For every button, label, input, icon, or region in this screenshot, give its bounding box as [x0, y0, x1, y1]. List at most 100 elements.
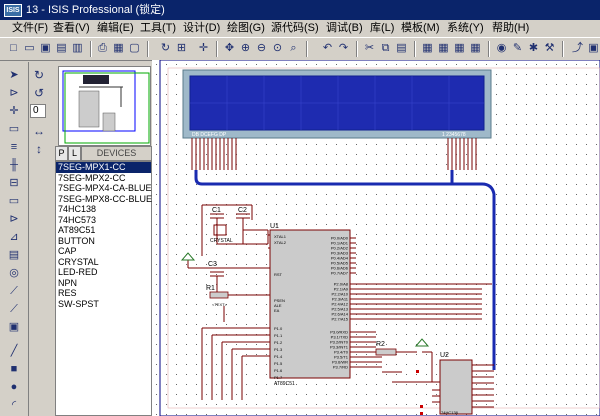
- lcd-display[interactable]: DB DCEFG DP 1 2345678: [182, 69, 492, 139]
- device-list-item[interactable]: 7SEG-MPX1-CC: [56, 162, 151, 173]
- zoom-all-icon[interactable]: ⊙: [270, 41, 285, 56]
- device-list-item[interactable]: 7SEG-MPX4-CA-BLUE: [56, 183, 152, 194]
- c3-label: C3: [208, 261, 217, 268]
- device-list-item[interactable]: CAP: [56, 246, 151, 257]
- select-mode-icon[interactable]: ➤: [7, 68, 21, 82]
- menu-file[interactable]: 文件(F): [9, 20, 51, 37]
- device-list-item[interactable]: 74HC573: [56, 215, 151, 226]
- menu-view[interactable]: 查看(V): [50, 20, 93, 37]
- open-folder-icon[interactable]: ▭: [22, 41, 37, 56]
- make-device-icon[interactable]: ✎: [510, 41, 525, 56]
- menu-template[interactable]: 模板(M): [398, 20, 443, 37]
- menu-design[interactable]: 设计(D): [180, 20, 223, 37]
- circle-icon[interactable]: ●: [7, 380, 21, 394]
- undo-icon[interactable]: ↶: [320, 41, 335, 56]
- voltage-probe-icon[interactable]: ⟋: [7, 284, 21, 298]
- rotate-clockwise-icon[interactable]: ↻: [32, 68, 46, 82]
- crystal-label: CRYSTAL: [210, 238, 233, 244]
- menu-library[interactable]: 库(L): [367, 20, 397, 37]
- block-copy-icon[interactable]: ▦: [420, 41, 435, 56]
- zoom-in-icon[interactable]: ⊕: [238, 41, 253, 56]
- device-list-item[interactable]: 7SEG-MPX8-CC-BLUE: [56, 194, 152, 205]
- copy-icon[interactable]: ⧉: [378, 41, 393, 56]
- device-list-item[interactable]: LED-RED: [56, 267, 151, 278]
- new-file-icon[interactable]: □: [6, 41, 21, 56]
- device-list-item[interactable]: CRYSTAL: [56, 257, 151, 268]
- rotation-angle-input[interactable]: [30, 104, 46, 118]
- device-list-item[interactable]: NPN: [56, 278, 151, 289]
- text-hint: <TEXT>: [212, 302, 228, 307]
- u1-left-pin-label: P1.2: [274, 340, 283, 345]
- window-icon[interactable]: ▢: [127, 41, 142, 56]
- mirror-horizontal-icon[interactable]: ↔: [32, 124, 46, 138]
- r2-label: R2: [376, 341, 385, 348]
- menu-system[interactable]: 系统(Y): [444, 20, 487, 37]
- paste-icon[interactable]: ▤: [394, 41, 409, 56]
- zoom-out-icon[interactable]: ⊖: [254, 41, 269, 56]
- device-list-item[interactable]: RES: [56, 288, 151, 299]
- save-icon[interactable]: ▣: [38, 41, 53, 56]
- print-icon[interactable]: ⎙: [95, 41, 110, 56]
- menu-graph[interactable]: 绘图(G): [224, 20, 268, 37]
- bus-icon[interactable]: ╫: [7, 158, 21, 172]
- u1-left-pin-label: P1.1: [274, 333, 283, 338]
- box-icon[interactable]: ■: [7, 362, 21, 376]
- wire-autorouter-icon[interactable]: ⤴: [570, 41, 585, 56]
- schematic-canvas[interactable]: DB DCEFG DP 1 2345678 C1 C2 C3 CRYSTAL R…: [152, 60, 600, 416]
- library-manager-button[interactable]: L: [68, 146, 81, 161]
- device-list-item[interactable]: AT89C51: [56, 225, 151, 236]
- pick-device-icon[interactable]: ◉: [494, 41, 509, 56]
- lcd-right-label: 1 2345678: [442, 132, 466, 138]
- tape-recorder-icon[interactable]: ▤: [7, 248, 21, 262]
- u2-decoder[interactable]: U2 74HC138: [439, 352, 473, 415]
- menu-edit[interactable]: 编辑(E): [94, 20, 137, 37]
- package-tool-icon[interactable]: ✱: [526, 41, 541, 56]
- device-pin-icon[interactable]: ⊳: [7, 212, 21, 226]
- device-list-item[interactable]: BUTTON: [56, 236, 151, 247]
- rotate-anticlockwise-icon[interactable]: ↺: [32, 86, 46, 100]
- menu-help[interactable]: 帮助(H): [489, 20, 532, 37]
- device-list-item[interactable]: 7SEG-MPX2-CC: [56, 173, 151, 184]
- device-list[interactable]: 7SEG-MPX1-CC 7SEG-MPX2-CC 7SEG-MPX4-CA-BLU…: [55, 161, 152, 416]
- redo-icon[interactable]: ↷: [336, 41, 351, 56]
- import-icon[interactable]: ▤: [54, 41, 69, 56]
- device-list-item[interactable]: SW-SPST: [56, 299, 151, 310]
- u1-left-pin-label: P1.0: [274, 326, 283, 331]
- pan-icon[interactable]: ✥: [222, 41, 237, 56]
- component-mode-icon[interactable]: ⊳: [7, 86, 21, 100]
- junction-dot-icon[interactable]: ✛: [7, 104, 21, 118]
- zoom-area-icon[interactable]: ⌕: [286, 41, 301, 56]
- u2-label: U2: [440, 352, 449, 359]
- generator-icon[interactable]: ◎: [7, 266, 21, 280]
- u1-left-pin-label: RST: [274, 272, 283, 277]
- grid-icon[interactable]: ⊞: [174, 41, 189, 56]
- mirror-vertical-icon[interactable]: ↕: [32, 142, 46, 156]
- line-icon[interactable]: ╱: [7, 344, 21, 358]
- overview-window[interactable]: [58, 66, 151, 146]
- text-script-icon[interactable]: ≡: [7, 140, 21, 154]
- mode-toolbar: ➤ ⊳ ✛ ▭ ≡ ╫ ⊟ ▭ ⊳ ⊿ ▤ ◎ ⟋ ⟋ ▣ ╱ ■ ● ◜: [0, 62, 29, 416]
- menu-tools[interactable]: 工具(T): [137, 20, 179, 37]
- export-icon[interactable]: ▥: [70, 41, 85, 56]
- block-move-icon[interactable]: ▦: [436, 41, 451, 56]
- origin-icon[interactable]: ✛: [196, 41, 211, 56]
- cut-icon[interactable]: ✂: [362, 41, 377, 56]
- u1-microcontroller[interactable]: U1 AT89C51 XTAL1XTAL2RSTPSENALEEAP1.0P1.…: [269, 223, 351, 387]
- print-area-icon[interactable]: ▦: [111, 41, 126, 56]
- graph-icon[interactable]: ⊿: [7, 230, 21, 244]
- current-probe-icon[interactable]: ⟋: [7, 302, 21, 316]
- refresh-icon[interactable]: ↻: [158, 41, 173, 56]
- menu-source[interactable]: 源代码(S): [268, 20, 322, 37]
- menu-debug[interactable]: 调试(B): [323, 20, 366, 37]
- device-list-item[interactable]: 74HC138: [56, 204, 151, 215]
- block-rotate-icon[interactable]: ▦: [452, 41, 467, 56]
- wire-label-icon[interactable]: ▭: [7, 122, 21, 136]
- arc-icon[interactable]: ◜: [7, 398, 21, 412]
- decompose-icon[interactable]: ⚒: [542, 41, 557, 56]
- subcircuit-icon[interactable]: ⊟: [7, 176, 21, 190]
- terminal-icon[interactable]: ▭: [7, 194, 21, 208]
- block-delete-icon[interactable]: ▦: [468, 41, 483, 56]
- search-tag-icon[interactable]: ▣: [586, 41, 600, 56]
- pick-devices-button[interactable]: P: [55, 146, 68, 161]
- virtual-instrument-icon[interactable]: ▣: [7, 320, 21, 334]
